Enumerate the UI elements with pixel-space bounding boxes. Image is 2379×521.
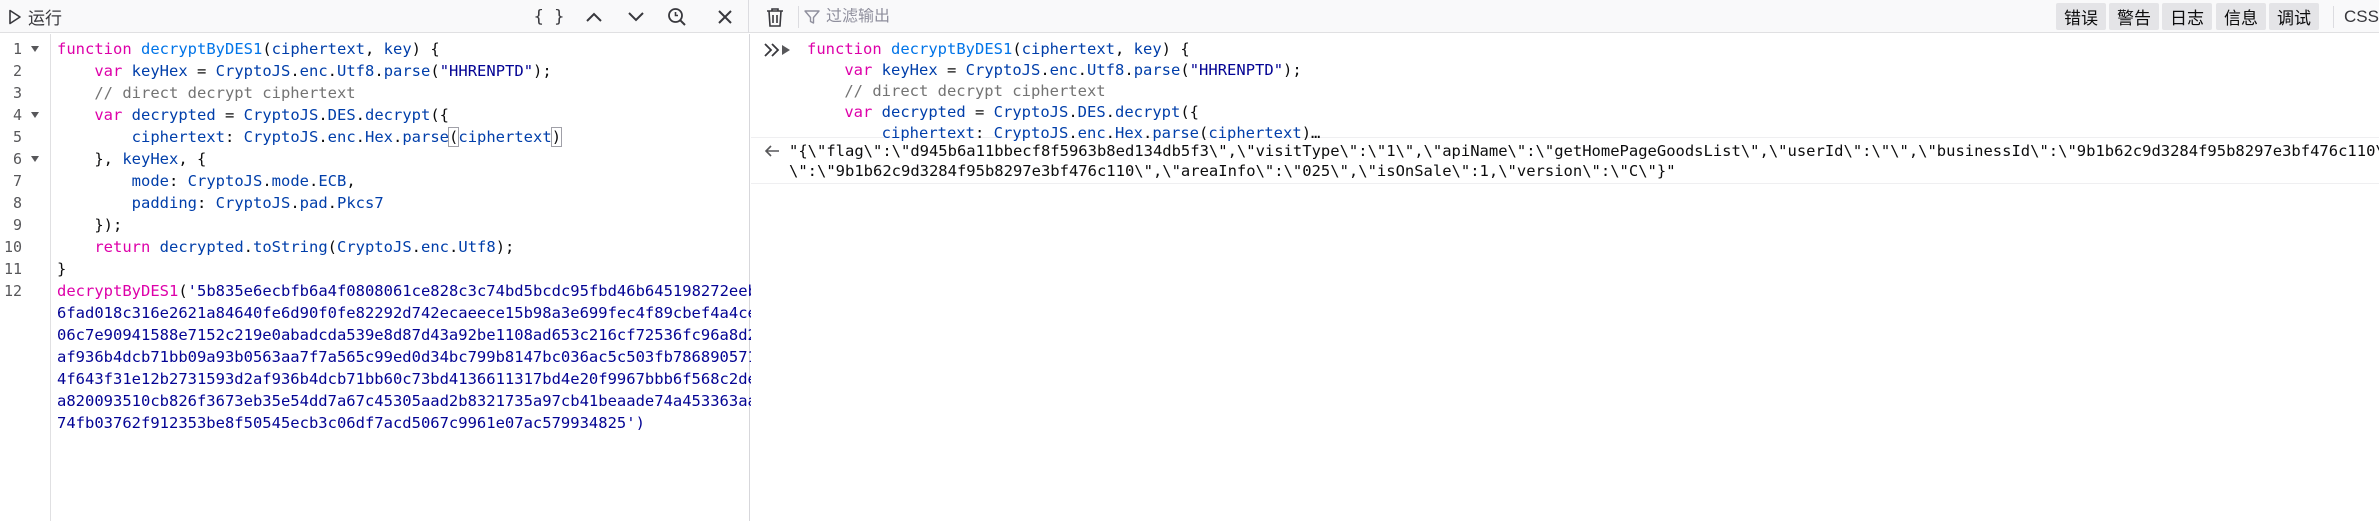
line-number: 5	[12, 128, 22, 146]
clear-console-button[interactable]	[760, 0, 790, 33]
input-echo-line: var keyHex = CryptoJS.enc.Utf8.parse("HH…	[844, 61, 1302, 79]
code-wrap-line: 74fb03762f912353be8f50545ecb3c06df7acd50…	[57, 414, 645, 432]
filter-icon	[804, 9, 820, 24]
filter-info-button[interactable]: 信息	[2216, 3, 2266, 30]
filter-input[interactable]	[826, 7, 1286, 26]
code-line: });	[57, 216, 123, 234]
pretty-print-button[interactable]: { }	[532, 0, 566, 33]
toolbar-divider	[798, 6, 799, 28]
history-down-button[interactable]	[620, 0, 652, 33]
history-up-button[interactable]	[578, 0, 610, 33]
line-number: 6	[12, 150, 22, 168]
line-number: 9	[12, 216, 22, 234]
line-number: 3	[12, 84, 22, 102]
result-string-line: "{\"flag\":\"d945b6a11bbecf8f5963b8ed134…	[789, 142, 2379, 160]
trash-icon	[767, 7, 783, 27]
filter-errors-button[interactable]: 错误	[2056, 3, 2106, 30]
code-wrap-line: 6fad018c316e2621a84640fe6d90f0fe82292d74…	[57, 304, 757, 322]
line-number: 4	[12, 106, 22, 124]
line-number: 1	[12, 40, 22, 58]
console-input-message[interactable]: function decryptByDES1(ciphertext, key) …	[751, 34, 2379, 142]
filter-logs-button[interactable]: 日志	[2162, 3, 2212, 30]
code-line: padding: CryptoJS.pad.Pkcs7	[131, 194, 384, 212]
result-arrow-icon	[763, 143, 783, 163]
multiline-editor[interactable]: 1 2 3 4 5 6 7 8 9 10 11 12 function decr…	[0, 34, 757, 521]
filter-css-button[interactable]: CSS	[2344, 0, 2379, 33]
fold-arrow-icon[interactable]	[30, 148, 40, 170]
play-icon	[9, 9, 21, 24]
filter-box	[804, 0, 1304, 33]
code-line: ciphertext: CryptoJS.enc.Hex.parse(ciphe…	[131, 127, 563, 147]
line-number: 2	[12, 62, 22, 80]
close-editor-button[interactable]	[708, 0, 742, 33]
code-line: }, keyHex, {	[57, 150, 207, 168]
fold-arrow-icon[interactable]	[30, 38, 40, 60]
run-label: 运行	[28, 9, 62, 28]
code-line: return decrypted.toString(CryptoJS.enc.U…	[94, 238, 515, 256]
input-echo-line: var decrypted = CryptoJS.DES.decrypt({	[844, 103, 1200, 121]
toolbar-divider	[748, 0, 749, 33]
history-search-icon	[668, 7, 686, 26]
filter-debug-button[interactable]: 调试	[2269, 3, 2319, 30]
console-toolbar: 运行 { } 错误 警告 日志 信息 调试 CSS	[0, 0, 2379, 33]
line-number: 10	[3, 238, 22, 256]
code-line: function decryptByDES1(ciphertext, key) …	[57, 40, 440, 58]
run-button[interactable]: 运行	[4, 0, 70, 33]
code-line: var keyHex = CryptoJS.enc.Utf8.parse("HH…	[94, 62, 552, 80]
console-output: function decryptByDES1(ciphertext, key) …	[751, 34, 2379, 521]
fold-arrow-icon[interactable]	[30, 104, 40, 126]
code-line: mode: CryptoJS.mode.ECB,	[131, 172, 356, 190]
chevron-down-icon	[628, 11, 644, 21]
code-wrap-line: a820093510cb826f3673eb35e54dd7a67c45305a…	[57, 392, 757, 410]
code-line: var decrypted = CryptoJS.DES.decrypt({	[94, 106, 450, 124]
input-prompt-icon	[763, 40, 783, 60]
line-gutter: 1 2 3 4 5 6 7 8 9 10 11 12	[0, 34, 51, 521]
code-line: }	[57, 260, 67, 278]
code-wrap-line: 06c7e90941588e7152c219e0abadcda539e8d87d…	[57, 326, 757, 344]
result-string-line: \":\"9b1b62c9d3284f95b8297e3bf476c110\",…	[789, 162, 1676, 180]
filter-warnings-button[interactable]: 警告	[2109, 3, 2159, 30]
console-result-message[interactable]: "{\"flag\":\"d945b6a11bbecf8f5963b8ed134…	[751, 138, 2379, 184]
code-wrap-line: 4f643f31e12b2731593d2af936b4dcb71bb60c73…	[57, 370, 757, 388]
line-number: 12	[3, 282, 22, 300]
line-number: 7	[12, 172, 22, 190]
input-echo-line: function decryptByDES1(ciphertext, key) …	[807, 40, 1190, 58]
close-icon	[718, 9, 732, 24]
input-echo-line: // direct decrypt ciphertext	[844, 82, 1106, 100]
code-line: // direct decrypt ciphertext	[94, 84, 356, 102]
reverse-search-button[interactable]	[660, 0, 694, 33]
code-wrap-line: af936b4dcb71bb09a93b0563aa7f7a565c99ed0d…	[57, 348, 757, 366]
code-line: decryptByDES1('5b835e6ecbfb6a4f0808061ce…	[57, 282, 757, 300]
toolbar-divider	[2333, 6, 2334, 28]
line-number: 8	[12, 194, 22, 212]
chevron-up-icon	[586, 12, 602, 22]
expand-arrow-icon[interactable]	[781, 42, 793, 62]
line-number: 11	[3, 260, 22, 278]
